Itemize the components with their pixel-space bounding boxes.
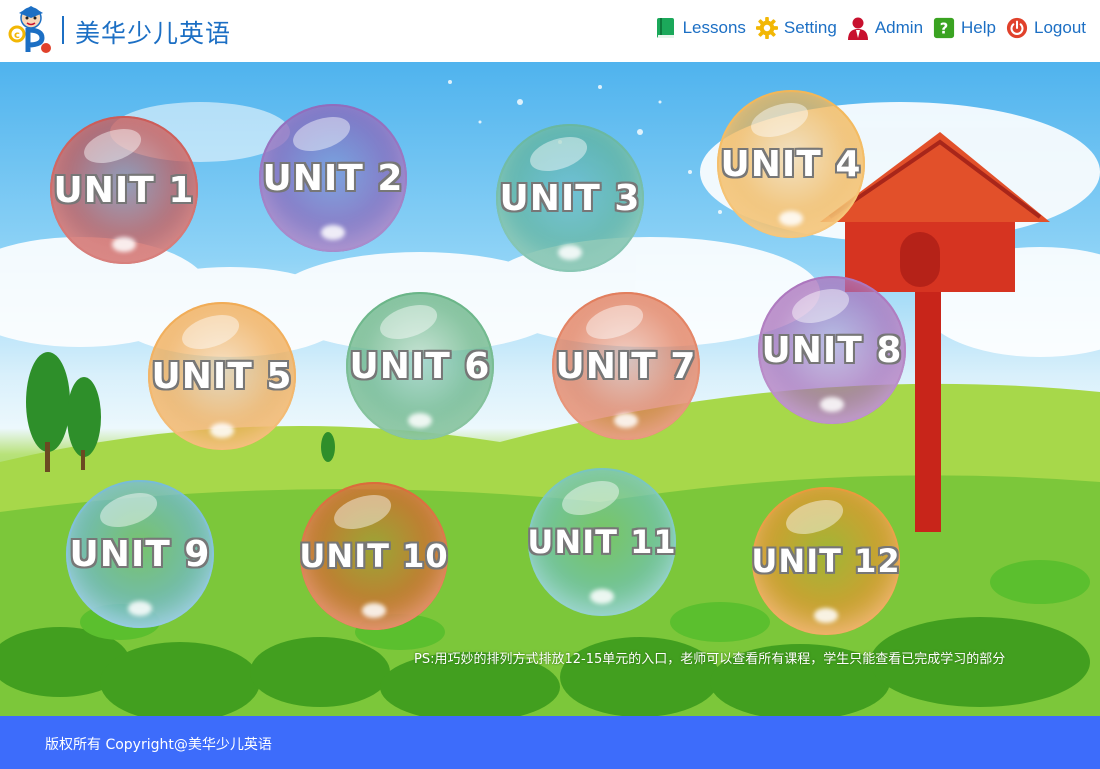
user-icon (847, 17, 868, 40)
power-icon (1006, 17, 1028, 39)
nav-logout-label: Logout (1034, 18, 1086, 37)
nav-admin[interactable]: Admin (847, 16, 923, 40)
unit-8-bubble[interactable]: UNIT 8 (758, 276, 906, 424)
bubble-glow (590, 589, 614, 605)
bubble-shine (329, 488, 395, 535)
unit-1-bubble[interactable]: UNIT 1 (50, 116, 198, 264)
book-icon (656, 18, 674, 38)
unit-9-label: UNIT 9 (69, 533, 211, 575)
unit-2-bubble[interactable]: UNIT 2 (259, 104, 407, 252)
gear-icon (755, 17, 778, 39)
unit-8-label: UNIT 8 (761, 329, 903, 371)
unit-1-label: UNIT 1 (53, 169, 195, 211)
unit-11-bubble[interactable]: UNIT 11 (527, 468, 677, 616)
page-footer: 版权所有 Copyright@美华少儿英语 (0, 716, 1100, 769)
unit-10-bubble[interactable]: UNIT 10 (299, 482, 449, 630)
bubble-glow (112, 237, 136, 253)
top-nav: Lessons Setting Admin ? Help Logout (645, 16, 1086, 40)
bubble-glow (321, 225, 345, 241)
bubble-glow (814, 608, 838, 624)
brand-name[interactable]: 美华少儿英语 (75, 14, 231, 50)
unit-3-bubble[interactable]: UNIT 3 (496, 124, 644, 272)
unit-10-label: UNIT 10 (299, 537, 449, 575)
bubble-glow (558, 245, 582, 261)
unit-2-label: UNIT 2 (262, 157, 404, 199)
nav-help[interactable]: ? Help (933, 16, 996, 40)
top-header: c 美华少儿英语 Lessons Setting Admin ? Help Lo… (0, 0, 1100, 62)
nav-lessons-label: Lessons (682, 18, 746, 37)
bubble-glow (362, 603, 386, 619)
ps-note: PS:用巧妙的排列方式排放12-15单元的入口，老师可以查看所有课程，学生只能查… (414, 652, 1006, 667)
nav-setting-label: Setting (783, 18, 837, 37)
svg-text:c: c (14, 30, 20, 41)
bubble-shine (746, 96, 812, 143)
unit-5-bubble[interactable]: UNIT 5 (148, 302, 296, 450)
help-icon: ? (933, 17, 955, 39)
nav-logout[interactable]: Logout (1006, 16, 1086, 40)
bubble-shine (177, 308, 243, 355)
bubble-shine (95, 486, 161, 533)
nav-admin-label: Admin (874, 18, 924, 37)
unit-11-label: UNIT 11 (527, 523, 677, 561)
bubble-glow (779, 211, 803, 227)
nav-lessons[interactable]: Lessons (655, 16, 746, 40)
unit-selection-scene: UNIT 1 UNIT 2 UNIT 3 UNIT 4 UNIT 5 UNIT … (0, 62, 1100, 716)
unit-7-bubble[interactable]: UNIT 7 (552, 292, 700, 440)
bubble-glow (614, 413, 638, 429)
bubble-shine (288, 110, 354, 157)
unit-7-label: UNIT 7 (555, 345, 697, 387)
nav-setting[interactable]: Setting (755, 16, 837, 40)
cartoon-teacher-logo-icon[interactable]: c (8, 4, 54, 58)
unit-4-label: UNIT 4 (720, 143, 862, 185)
bubble-shine (525, 130, 591, 177)
unit-6-bubble[interactable]: UNIT 6 (346, 292, 494, 440)
unit-12-bubble[interactable]: UNIT 12 (751, 487, 901, 635)
bubble-shine (581, 298, 647, 345)
bubble-shine (79, 122, 145, 169)
unit-12-label: UNIT 12 (751, 542, 901, 580)
logo-divider (62, 16, 64, 44)
unit-4-bubble[interactable]: UNIT 4 (717, 90, 865, 238)
bubble-glow (820, 397, 844, 413)
bubble-shine (375, 298, 441, 345)
bubble-glow (128, 601, 152, 617)
bubble-glow (210, 423, 234, 439)
bubble-shine (781, 493, 847, 540)
unit-5-label: UNIT 5 (151, 355, 293, 397)
bubble-glow (408, 413, 432, 429)
bubble-shine (557, 474, 623, 521)
nav-help-label: Help (961, 18, 996, 37)
copyright-text: 版权所有 Copyright@美华少儿英语 (45, 737, 272, 753)
svg-text:?: ? (940, 21, 949, 38)
unit-3-label: UNIT 3 (499, 177, 641, 219)
unit-6-label: UNIT 6 (349, 345, 491, 387)
bubble-shine (787, 282, 853, 329)
unit-9-bubble[interactable]: UNIT 9 (66, 480, 214, 628)
